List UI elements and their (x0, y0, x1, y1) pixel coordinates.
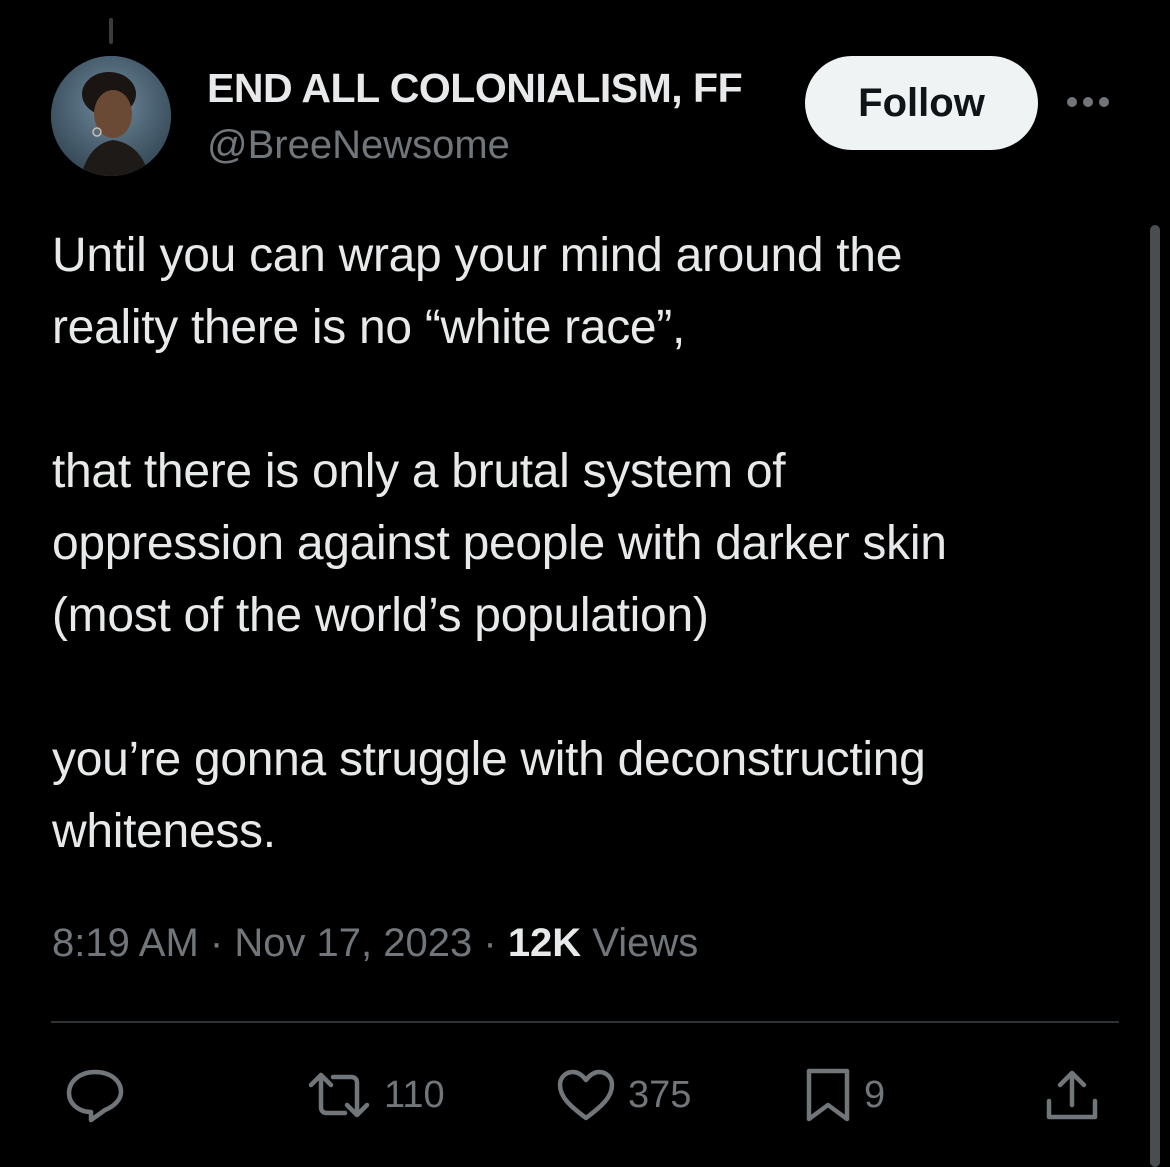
author-display-name[interactable]: END ALL COLONIALISM, FF (207, 60, 783, 116)
meta-separator: · (198, 921, 235, 965)
divider (51, 1021, 1119, 1023)
avatar-photo (51, 56, 171, 176)
retweet-count: 110 (384, 1073, 445, 1116)
follow-button[interactable]: Follow (805, 56, 1038, 150)
more-icon[interactable] (1062, 84, 1114, 120)
like-count: 375 (628, 1073, 692, 1116)
share-button[interactable] (1044, 1062, 1100, 1128)
tweet-meta: 8:19 AM · Nov 17, 2023 · 12K Views (52, 915, 698, 971)
views-count[interactable]: 12K (508, 921, 581, 965)
like-button[interactable]: 375 (556, 1062, 691, 1128)
thread-connector-line (109, 18, 113, 44)
heart-icon (557, 1069, 615, 1121)
meta-separator: · (472, 921, 508, 965)
bookmark-button[interactable]: 9 (804, 1062, 885, 1128)
share-icon (1046, 1070, 1098, 1120)
tweet-time[interactable]: 8:19 AM (52, 921, 199, 965)
bookmark-count: 9 (864, 1073, 886, 1116)
views-label: Views (581, 921, 699, 965)
scrollbar[interactable] (1150, 225, 1160, 1167)
author-handle[interactable]: @BreeNewsome (207, 120, 510, 170)
retweet-button[interactable]: 110 (306, 1062, 445, 1128)
retweet-icon (308, 1072, 370, 1118)
tweet-text: Until you can wrap your mind around the … (52, 229, 947, 858)
bookmark-icon (806, 1068, 850, 1122)
tweet-date[interactable]: Nov 17, 2023 (234, 921, 472, 965)
reply-button[interactable] (64, 1062, 138, 1128)
reply-icon (66, 1069, 124, 1123)
avatar[interactable] (51, 56, 171, 176)
